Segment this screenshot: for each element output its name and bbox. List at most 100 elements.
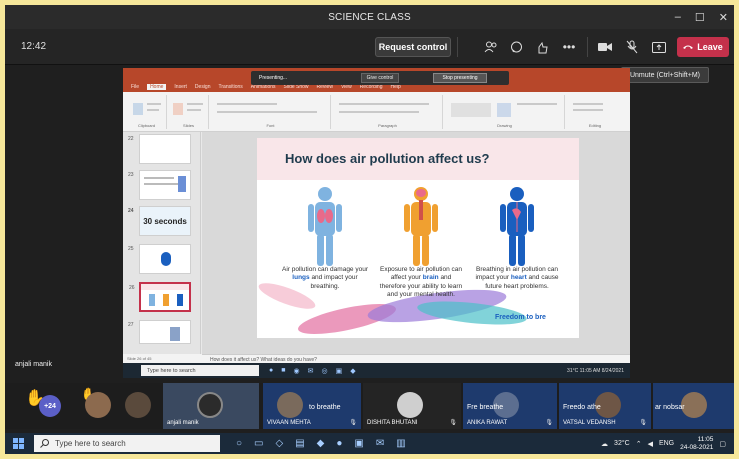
slide-caption-lungs: Air pollution can damage your lungs and … — [282, 266, 368, 290]
dropbox-icon[interactable]: ◇ — [276, 438, 284, 449]
slide-thumbnail[interactable]: 23 — [128, 170, 191, 200]
share-icon[interactable] — [651, 39, 667, 55]
chrome-icon[interactable]: ● — [336, 438, 342, 449]
slide-thumbnail[interactable]: 24 30 seconds — [128, 206, 191, 236]
avatar — [197, 392, 223, 418]
whatsapp-icon: ◎ — [321, 367, 328, 375]
chat-icon[interactable] — [508, 39, 524, 55]
teams-icon[interactable]: ◆ — [317, 438, 325, 449]
weather-icon[interactable]: ☁ — [601, 440, 608, 448]
slide-canvas: How does air pollution affect us? Air po… — [202, 132, 630, 354]
reactions-icon[interactable] — [534, 39, 550, 55]
slide-thumbnail[interactable]: 25 — [128, 244, 191, 274]
slide-thumbnail-active[interactable]: 26 — [129, 282, 191, 312]
phone-icon — [683, 45, 694, 49]
notification-icon[interactable]: ▢ — [719, 440, 726, 448]
search-icon — [40, 439, 49, 448]
participant-tile[interactable]: DISHITA BHUTANI 🎙 — [363, 383, 461, 429]
volume-icon[interactable]: ◀ — [648, 440, 653, 448]
window-title: SCIENCE CLASS — [328, 11, 411, 23]
participant-tile[interactable]: Fre breathe ANIKA RAWAT 🎙 — [463, 383, 557, 429]
camera-icon[interactable] — [597, 39, 613, 55]
meeting-timer: 12:42 — [21, 41, 47, 52]
teams-icon: ◆ — [350, 367, 356, 375]
ribbon-group-font: Font — [211, 95, 331, 129]
search-placeholder: Type here to search — [55, 439, 126, 448]
language-indicator[interactable]: ENG — [659, 440, 674, 447]
shared-tray: 31°C 11:05 AM 8/24/2021 — [567, 367, 624, 374]
minimize-icon[interactable]: – — [675, 11, 681, 23]
participant-tile[interactable]: Freedo athe VATSAL VEDANSH 🎙 — [559, 383, 651, 429]
store-icon[interactable]: ▣ — [354, 438, 363, 449]
shared-screen: File Home Insert Design Transitions Anim… — [123, 68, 630, 374]
toolbar-separator — [587, 37, 588, 57]
windows-start-icon[interactable] — [13, 438, 24, 449]
presenting-bar: Presenting... Give control Stop presenti… — [251, 71, 509, 85]
network-icon[interactable]: ⌃ — [636, 440, 642, 448]
mic-icon: 🎙 — [545, 420, 553, 426]
shared-search-box: Type here to search — [141, 365, 259, 376]
mail-icon[interactable]: ✉ — [376, 438, 384, 449]
slide-caption-heart: Breathing in air pollution can impact yo… — [475, 266, 559, 290]
word-icon[interactable]: ▥ — [396, 438, 405, 449]
give-control-button[interactable]: Give control — [361, 73, 399, 83]
more-participants-badge[interactable]: +24 — [39, 395, 61, 417]
taskbar-apps: ○ ▭ ◇ ▤ ◆ ● ▣ ✉ ▥ — [236, 438, 406, 449]
avatar — [125, 392, 151, 418]
cortana-icon[interactable]: ○ — [236, 438, 242, 449]
participant-tile[interactable]: ar nobsar — [653, 383, 734, 429]
current-slide[interactable]: How does air pollution affect us? Air po… — [257, 138, 579, 338]
brain-figure-icon — [404, 187, 438, 266]
ribbon-tab[interactable]: Home — [147, 84, 167, 90]
maximize-icon[interactable]: ☐ — [695, 11, 705, 24]
request-control-button[interactable]: Request control — [375, 37, 451, 57]
participant-tile[interactable]: to breathe VIVAAN MEHTA 🎙 — [263, 383, 361, 429]
teams-meeting-window: SCIENCE CLASS – ☐ ✕ 12:42 Request contro… — [5, 5, 734, 454]
chrome-icon: ● — [269, 366, 274, 374]
ribbon-tab[interactable]: Transitions — [219, 84, 243, 90]
leave-button[interactable]: Leave — [677, 37, 729, 57]
close-icon[interactable]: ✕ — [719, 11, 728, 24]
mic-icon: 🎙 — [449, 420, 457, 426]
ribbon-tab[interactable]: File — [131, 84, 139, 90]
slide-thumbnail[interactable]: 27 — [128, 320, 191, 344]
taskbar-search-input[interactable]: Type here to search — [34, 435, 220, 452]
raised-hands-tile[interactable]: ✋ +24 — [5, 383, 77, 429]
ribbon-group-drawing: Drawing — [445, 95, 565, 129]
participant-tile[interactable]: anjali manik — [163, 383, 259, 429]
task-view-icon[interactable]: ▭ — [254, 438, 263, 449]
avatar — [85, 392, 111, 418]
toolbar-separator — [457, 37, 458, 57]
taskbar-clock[interactable]: 11:05 24-08-2021 — [680, 436, 713, 452]
stop-presenting-button[interactable]: Stop presenting — [433, 73, 487, 83]
ribbon-group-slides: Slides — [169, 95, 209, 129]
ribbon-tab[interactable]: Design — [195, 84, 211, 90]
slide-thumbnail-pane: 22 23 24 30 seconds 25 26 27 — [123, 132, 201, 354]
folder-icon: ■ — [281, 366, 286, 374]
window-titlebar: SCIENCE CLASS – ☐ ✕ — [5, 5, 734, 29]
more-icon[interactable]: ••• — [561, 39, 577, 55]
lungs-figure-icon — [308, 187, 342, 266]
unmute-tooltip: Unmute (Ctrl+Shift+M) — [621, 67, 709, 83]
avatar — [277, 392, 303, 418]
ribbon-tab[interactable]: Insert — [174, 84, 187, 90]
participants-icon[interactable] — [483, 39, 499, 55]
system-tray: ☁ 32°C ⌃ ◀ ENG 11:05 24-08-2021 ▢ — [601, 433, 726, 454]
folder-icon[interactable]: ▤ — [295, 438, 304, 449]
powerpoint-icon: ▣ — [335, 367, 343, 375]
presenter-name: anjali manik — [15, 361, 52, 368]
mic-icon: 🎙 — [639, 420, 647, 426]
ribbon-group-clipboard: Clipboard — [127, 95, 167, 129]
ribbon-group-paragraph: Paragraph — [333, 95, 443, 129]
participant-avatar-tile[interactable]: ✋ — [77, 383, 117, 429]
mic-muted-icon[interactable] — [624, 39, 640, 55]
shared-taskbar-apps: ● ■ ◉ ✉ ◎ ▣ ◆ — [269, 367, 356, 375]
mail-icon: ✉ — [307, 367, 314, 375]
participant-avatar-tile[interactable] — [117, 383, 157, 429]
thumbnail-text: 30 seconds — [143, 216, 187, 226]
slide-thumbnail[interactable]: 22 — [128, 134, 191, 164]
weather-temp[interactable]: 32°C — [614, 440, 630, 447]
windows-taskbar: Type here to search ○ ▭ ◇ ▤ ◆ ● ▣ ✉ ▥ ☁ … — [5, 433, 734, 454]
ribbon-group-editing: Editing — [567, 95, 623, 129]
ribbon: Clipboard Slides Font Paragraph Drawing … — [123, 92, 630, 132]
